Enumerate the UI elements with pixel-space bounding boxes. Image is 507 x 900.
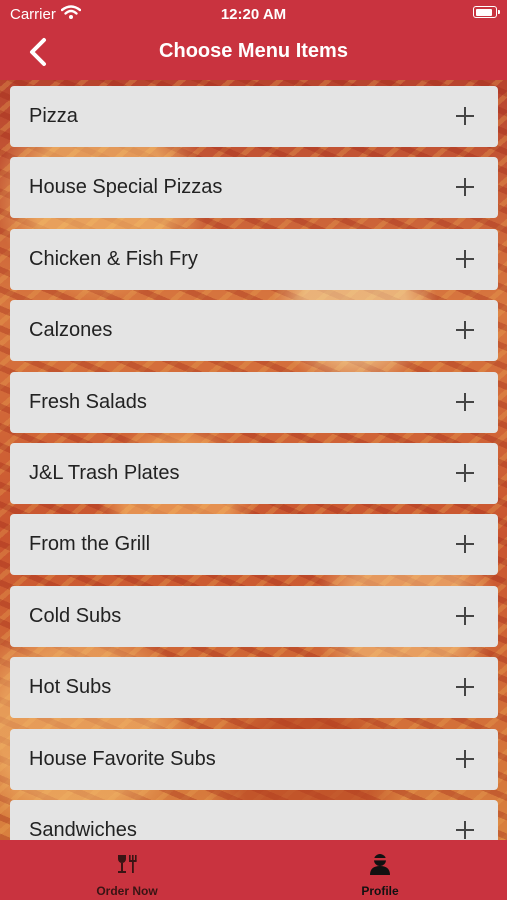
- tab-label: Profile: [361, 884, 399, 898]
- menu-category-row[interactable]: J&L Trash Plates: [10, 442, 498, 504]
- status-time: 12:20 AM: [220, 6, 287, 23]
- menu-category-label: J&L Trash Plates: [29, 461, 180, 484]
- plus-icon[interactable]: [456, 178, 474, 197]
- menu-list: Pizza House Special Pizzas Chicken & Fish …: [10, 86, 498, 840]
- screen: Carrier 12:20 AM Choose Menu Items Pizza…: [0, 0, 507, 900]
- battery-icon: [473, 6, 500, 18]
- plus-icon[interactable]: [456, 535, 474, 554]
- tab-bar: Order Now Profile: [0, 840, 507, 900]
- menu-category-row[interactable]: Cold Subs: [10, 585, 498, 647]
- menu-category-row[interactable]: Hot Subs: [10, 657, 498, 719]
- menu-category-row[interactable]: House Favorite Subs: [10, 728, 498, 790]
- plus-icon[interactable]: [456, 463, 474, 482]
- menu-category-row[interactable]: Chicken & Fish Fry: [10, 228, 498, 290]
- plus-icon[interactable]: [456, 606, 474, 625]
- menu-category-label: House Favorite Subs: [29, 747, 216, 770]
- fork-glass-icon: [118, 855, 137, 873]
- menu-category-label: House Special Pizzas: [29, 176, 223, 199]
- nav-bar: Choose Menu Items: [0, 28, 507, 78]
- tab-order-now[interactable]: Order Now: [47, 840, 207, 900]
- plus-icon[interactable]: [456, 321, 474, 340]
- menu-category-label: Pizza: [29, 105, 78, 127]
- header: Carrier 12:20 AM Choose Menu Items: [0, 0, 507, 80]
- menu-category-row[interactable]: Pizza: [10, 86, 498, 147]
- menu-category-label: Hot Subs: [29, 676, 112, 699]
- plus-icon[interactable]: [456, 820, 474, 839]
- menu-category-row[interactable]: From the Grill: [10, 514, 498, 576]
- tab-label: Order Now: [96, 884, 158, 898]
- page-title: Choose Menu Items: [159, 40, 348, 62]
- menu-category-label: Cold Subs: [29, 604, 122, 627]
- menu-category-row[interactable]: Sandwiches: [10, 799, 498, 840]
- plus-icon[interactable]: [456, 249, 474, 268]
- menu-category-label: Calzones: [29, 319, 113, 342]
- plus-icon[interactable]: [456, 392, 474, 411]
- menu-category-label: Sandwiches: [29, 818, 137, 840]
- menu-category-label: From the Grill: [29, 533, 151, 556]
- menu-category-row[interactable]: Fresh Salads: [10, 371, 498, 433]
- tab-profile[interactable]: Profile: [300, 840, 460, 900]
- menu-category-label: Fresh Salads: [29, 390, 147, 413]
- user-icon: [370, 854, 390, 875]
- plus-icon[interactable]: [456, 678, 474, 697]
- status-bar: Carrier 12:20 AM: [0, 0, 507, 28]
- plus-icon[interactable]: [456, 107, 474, 125]
- menu-category-row[interactable]: Calzones: [10, 300, 498, 362]
- menu-category-label: Chicken & Fish Fry: [29, 247, 198, 270]
- menu-category-row[interactable]: House Special Pizzas: [10, 157, 498, 219]
- plus-icon[interactable]: [456, 749, 474, 768]
- menu-background: Pizza House Special Pizzas Chicken & Fish …: [0, 80, 507, 840]
